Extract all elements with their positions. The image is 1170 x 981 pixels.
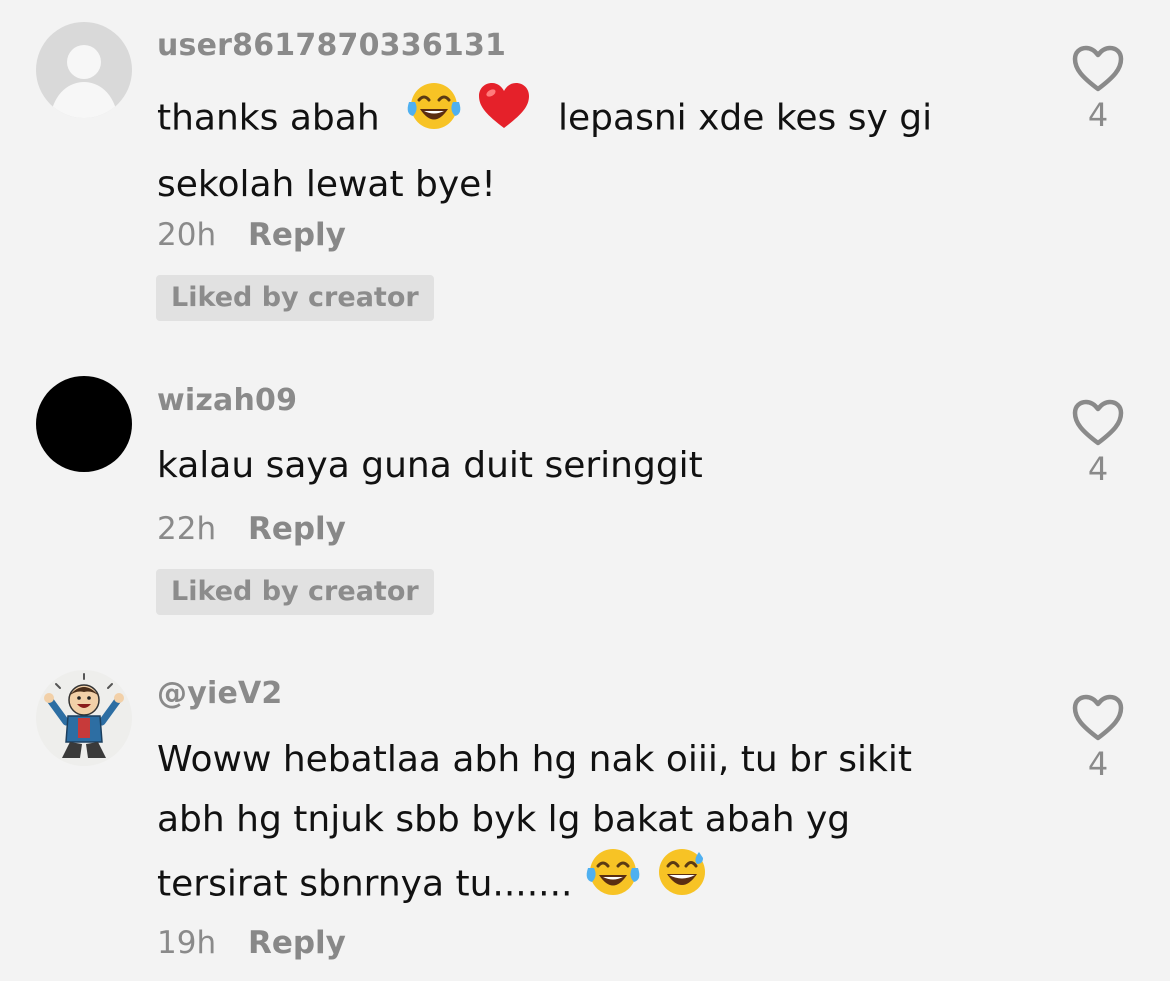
comment-text-line: thanks abah lepasni xde kes sy gi [157, 83, 933, 155]
comment-meta: 20h Reply [157, 217, 346, 253]
avatar-default[interactable] [36, 22, 132, 118]
heart-outline-icon[interactable] [1071, 398, 1125, 448]
tears-of-joy-emoji [584, 846, 642, 917]
reply-button[interactable]: Reply [248, 511, 346, 547]
like-count: 4 [1087, 745, 1109, 783]
avatar-cartoon[interactable] [36, 670, 132, 766]
like-count: 4 [1087, 96, 1109, 134]
avatar-black[interactable] [36, 376, 132, 472]
comment-text: Woww hebatlaa abh hg nak oiii, tu br sik… [157, 730, 912, 921]
comment-text-line: abh hg tnjuk sbb byk lg bakat abah yg [157, 799, 851, 840]
cartoon-avatar-icon [36, 670, 132, 766]
like-button[interactable]: 4 [1066, 44, 1130, 134]
comment-meta: 19h Reply [157, 925, 346, 961]
heart-outline-icon[interactable] [1071, 693, 1125, 743]
comment-text-line: Woww hebatlaa abh hg nak oiii, tu br sik… [157, 739, 912, 780]
red-heart-emoji [475, 80, 533, 151]
liked-by-creator-badge: Liked by creator [156, 275, 434, 321]
like-button[interactable]: 4 [1066, 398, 1130, 488]
comment-text-line: kalau saya guna duit seringgit [157, 445, 703, 486]
comment-text-segment: lepasni xde kes sy gi [558, 97, 933, 139]
like-button[interactable]: 4 [1066, 693, 1130, 783]
grinning-sweat-emoji [653, 846, 711, 917]
comment-meta: 22h Reply [157, 511, 346, 547]
comment-text-line: sekolah lewat bye! [157, 164, 496, 205]
comment-username[interactable]: user8617870336131 [157, 28, 506, 63]
reply-button[interactable]: Reply [248, 925, 346, 961]
comment-username[interactable]: wizah09 [157, 383, 297, 418]
comment-username[interactable]: @yieV2 [157, 676, 282, 711]
liked-by-creator-badge: Liked by creator [156, 569, 434, 615]
default-avatar-icon [36, 22, 132, 118]
comment-text-segment: thanks abah [157, 97, 380, 139]
comment-timestamp: 19h [157, 925, 217, 961]
tears-of-joy-emoji [405, 80, 463, 151]
comment-timestamp: 20h [157, 217, 217, 253]
comment-text: kalau saya guna duit seringgit [157, 436, 703, 496]
comment-text-segment: tersirat sbnrnya tu....... [157, 863, 573, 905]
like-count: 4 [1087, 450, 1109, 488]
comment-timestamp: 22h [157, 511, 217, 547]
comment-text: thanks abah lepasni xde kes sy gi sekola… [157, 83, 933, 215]
heart-outline-icon[interactable] [1071, 44, 1125, 94]
comment-text-line: tersirat sbnrnya tu....... [157, 849, 912, 921]
black-avatar-icon [36, 376, 132, 472]
reply-button[interactable]: Reply [248, 217, 346, 253]
